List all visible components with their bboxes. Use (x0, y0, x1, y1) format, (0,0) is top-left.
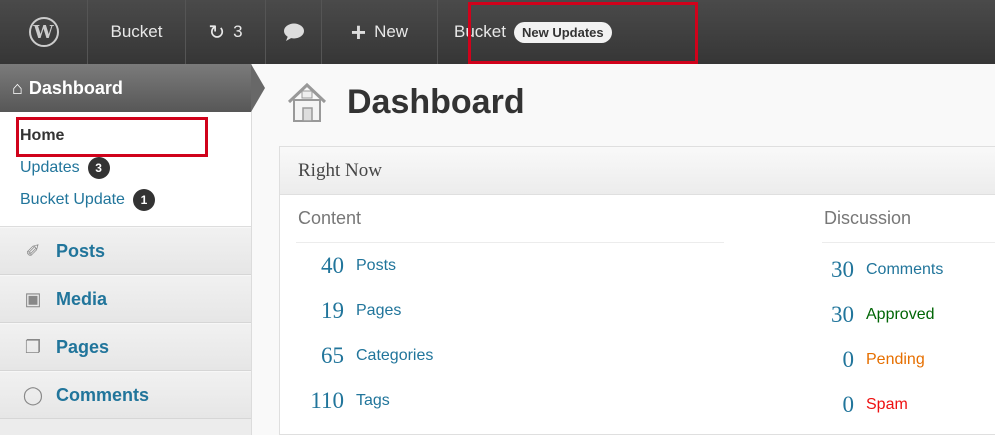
media-icon: ▣ (24, 288, 42, 309)
approved-link[interactable]: Approved (866, 306, 935, 324)
posts-count[interactable]: 40 (296, 253, 344, 279)
highlight-box-bucket-update (16, 117, 208, 157)
updates-link[interactable]: ↻ 3 (186, 0, 266, 64)
updates-count: 3 (233, 22, 243, 41)
page-header: Dashboard (285, 80, 525, 124)
posts-link[interactable]: Posts (356, 257, 396, 275)
categories-count[interactable]: 65 (296, 343, 344, 369)
pending-count[interactable]: 0 (822, 347, 855, 373)
menu-media-label: Media (56, 288, 108, 309)
menu-pages[interactable]: ❐ Pages (0, 323, 251, 371)
page-title: Dashboard (347, 82, 525, 121)
menu-comments[interactable]: ◯ Comments (0, 371, 251, 419)
site-name-label: Bucket (110, 22, 163, 41)
pushpin-icon: ✐ (25, 240, 41, 261)
approved-count[interactable]: 30 (822, 302, 854, 328)
tags-count[interactable]: 110 (296, 388, 344, 414)
submenu-bucket-update[interactable]: Bucket Update 1 (0, 184, 251, 216)
content-column: Content 40 Posts 19 Pages 65 Categories … (296, 195, 724, 423)
new-label: New (374, 22, 409, 41)
categories-link[interactable]: Categories (356, 347, 433, 365)
discussion-row-spam: 0 Spam (822, 382, 995, 427)
right-now-widget: Right Now Content 40 Posts 19 Pages 65 C… (279, 146, 995, 435)
pending-link[interactable]: Pending (866, 351, 925, 369)
menu-dashboard-label: Dashboard (28, 77, 123, 98)
discussion-row-approved: 30 Approved (822, 292, 995, 337)
content-row-categories: 65 Categories (296, 333, 724, 378)
spam-count[interactable]: 0 (822, 392, 855, 418)
pages-icon: ❐ (24, 336, 42, 357)
right-now-title: Right Now (298, 159, 382, 181)
discussion-column: Discussion 30 Comments 30 Approved 0 Pen… (822, 195, 995, 427)
speech-bubble-icon (283, 23, 304, 41)
submenu-updates-label: Updates (20, 159, 80, 176)
content-row-posts: 40 Posts (296, 243, 724, 288)
new-content-link[interactable]: + New (322, 0, 438, 64)
highlight-box-adminbar (468, 2, 698, 64)
comments-link[interactable] (266, 0, 322, 64)
menu-pages-label: Pages (56, 336, 110, 357)
comments-count[interactable]: 30 (822, 257, 854, 283)
dashboard-house-icon (287, 82, 327, 122)
discussion-row-pending: 0 Pending (822, 337, 995, 382)
wordpress-logo-icon: W (28, 17, 59, 47)
content-row-pages: 19 Pages (296, 288, 724, 333)
menu-dashboard[interactable]: ⌂ Dashboard (0, 64, 265, 112)
content-heading: Content (296, 195, 724, 243)
tags-link[interactable]: Tags (356, 392, 390, 410)
content-row-tags: 110 Tags (296, 378, 724, 423)
menu-comments-label: Comments (56, 384, 150, 405)
menu-media[interactable]: ▣ Media (0, 275, 251, 323)
refresh-icon: ↻ (208, 21, 226, 44)
pages-link[interactable]: Pages (356, 302, 401, 320)
spam-link[interactable]: Spam (866, 396, 908, 414)
submenu-bucket-update-label: Bucket Update (20, 191, 125, 208)
site-name-link[interactable]: Bucket (88, 0, 186, 64)
bucket-update-count-badge: 1 (132, 189, 155, 211)
menu-posts[interactable]: ✐ Posts (0, 227, 251, 275)
home-icon: ⌂ (12, 77, 23, 98)
discussion-row-comments: 30 Comments (822, 247, 995, 292)
comments-icon: ◯ (22, 384, 44, 405)
menu-posts-label: Posts (56, 240, 106, 261)
updates-count-badge: 3 (87, 157, 110, 179)
right-now-header[interactable]: Right Now (280, 147, 995, 195)
plus-icon: + (350, 17, 367, 47)
discussion-heading: Discussion (822, 195, 995, 243)
wordpress-logo-menu[interactable]: W (0, 0, 88, 64)
comments-link[interactable]: Comments (866, 261, 943, 279)
pages-count[interactable]: 19 (296, 298, 344, 324)
main-content: Dashboard Right Now Content 40 Posts 19 … (253, 64, 995, 435)
